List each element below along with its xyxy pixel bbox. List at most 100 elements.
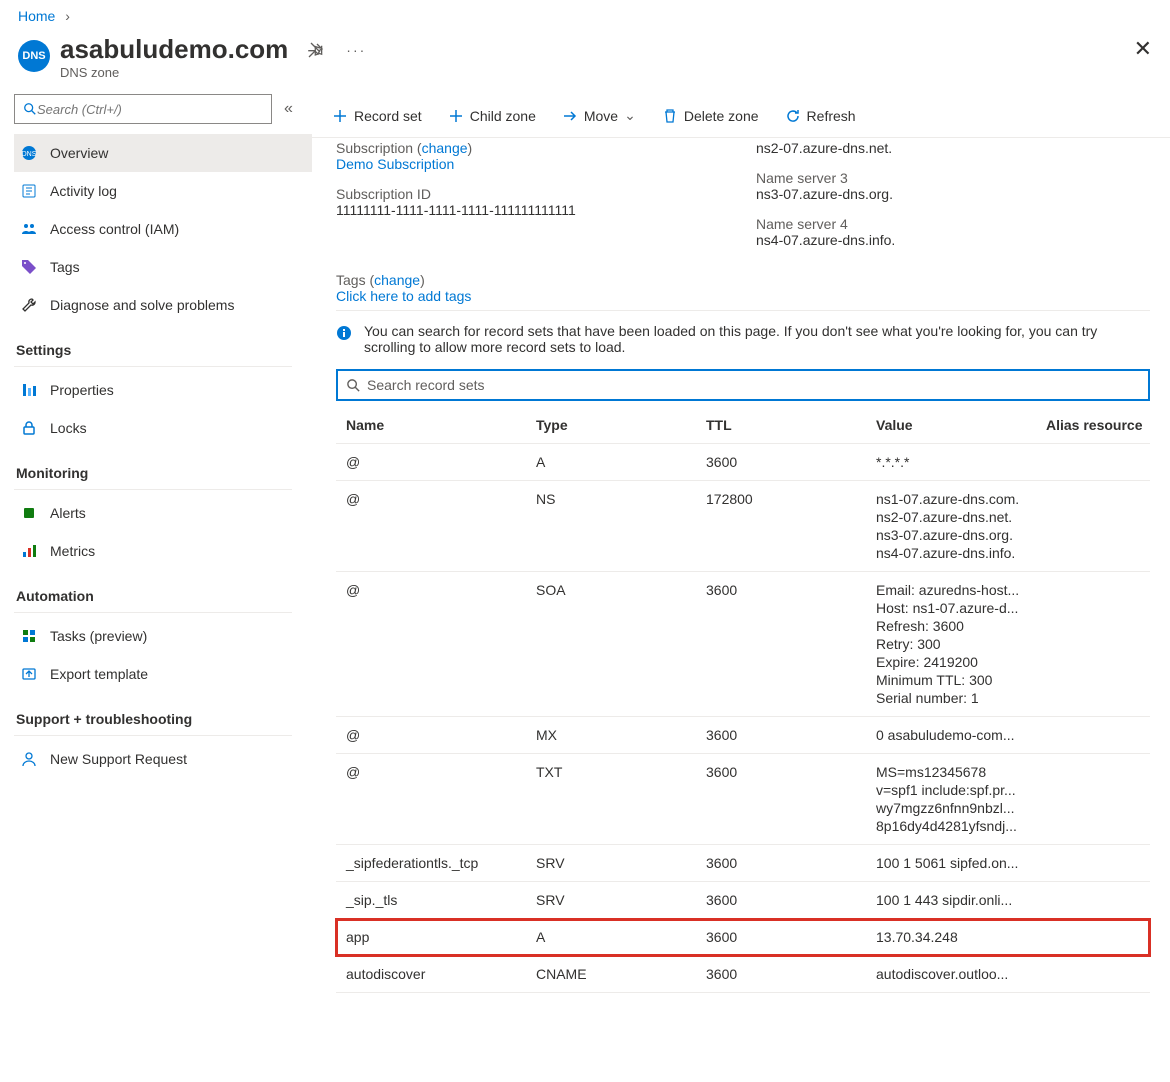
toolbar: Record set Child zone Move ⌄ Delete zone… (312, 94, 1170, 138)
sidebar-item-overview[interactable]: DNS Overview (14, 134, 312, 172)
record-alias (1046, 727, 1150, 743)
plus-icon (332, 108, 348, 124)
tasks-icon (20, 627, 38, 645)
record-value: ns2-07.azure-dns.net. (876, 509, 1041, 525)
delete-zone-button[interactable]: Delete zone (662, 108, 759, 124)
col-alias[interactable]: Alias resource (1046, 417, 1150, 433)
search-icon (346, 378, 361, 393)
record-type: NS (536, 491, 706, 561)
sidebar-item-label: Activity log (50, 183, 117, 199)
record-ttl: 3600 (706, 929, 876, 945)
record-ttl: 3600 (706, 764, 876, 834)
record-value: 0 asabuludemo-com... (876, 727, 1041, 743)
sidebar-item-support-request[interactable]: New Support Request (14, 740, 312, 778)
add-tags-link[interactable]: Click here to add tags (336, 288, 471, 304)
record-name: autodiscover (336, 966, 536, 982)
breadcrumb-home[interactable]: Home (18, 8, 55, 24)
table-row[interactable]: _sipfederationtls._tcpSRV3600100 1 5061 … (336, 845, 1150, 882)
sidebar-item-metrics[interactable]: Metrics (14, 532, 312, 570)
table-row[interactable]: @MX36000 asabuludemo-com... (336, 717, 1150, 754)
access-control-icon (20, 220, 38, 238)
child-zone-button[interactable]: Child zone (448, 108, 536, 124)
refresh-button[interactable]: Refresh (785, 108, 856, 124)
sidebar-item-diagnose[interactable]: Diagnose and solve problems (14, 286, 312, 324)
resource-type-label: DNS zone (60, 65, 288, 80)
record-value: Expire: 2419200 (876, 654, 1041, 670)
sidebar-item-label: Metrics (50, 543, 95, 559)
alerts-icon (20, 504, 38, 522)
subscription-label-cut: Subscription (change) (336, 140, 756, 156)
record-value: wy7mgzz6nfnn9nbzl... (876, 800, 1041, 816)
record-alias (1046, 966, 1150, 982)
record-alias (1046, 929, 1150, 945)
record-type: A (536, 454, 706, 470)
sidebar-item-label: Tags (50, 259, 80, 275)
sidebar-item-export-template[interactable]: Export template (14, 655, 312, 693)
search-icon (23, 102, 37, 116)
records-search[interactable] (336, 369, 1150, 401)
subscription-link[interactable]: Demo Subscription (336, 156, 454, 172)
nameserver2-value: ns2-07.azure-dns.net. (756, 140, 1150, 156)
collapse-sidebar-icon[interactable]: « (284, 100, 293, 118)
record-ttl: 3600 (706, 582, 876, 706)
record-value: ns3-07.azure-dns.org. (876, 527, 1041, 543)
sidebar-item-activity-log[interactable]: Activity log (14, 172, 312, 210)
sidebar-item-label: Access control (IAM) (50, 221, 179, 237)
table-row[interactable]: @TXT3600MS=ms12345678v=spf1 include:spf.… (336, 754, 1150, 845)
sidebar-item-properties[interactable]: Properties (14, 371, 312, 409)
sidebar-item-label: Tasks (preview) (50, 628, 147, 644)
wrench-icon (20, 296, 38, 314)
record-type: SRV (536, 855, 706, 871)
section-support: Support + troubleshooting (14, 693, 292, 736)
records-search-input[interactable] (367, 377, 1140, 393)
record-name: @ (336, 582, 536, 706)
toolbar-label: Child zone (470, 108, 536, 124)
col-type[interactable]: Type (536, 417, 706, 433)
sidebar-search[interactable] (14, 94, 272, 124)
table-row[interactable]: autodiscoverCNAME3600autodiscover.outloo… (336, 956, 1150, 993)
sidebar-item-tasks[interactable]: Tasks (preview) (14, 617, 312, 655)
tags-icon (20, 258, 38, 276)
sidebar-item-label: Diagnose and solve problems (50, 297, 234, 313)
record-type: SOA (536, 582, 706, 706)
table-row[interactable]: @A3600*.*.*.* (336, 444, 1150, 481)
sidebar-item-alerts[interactable]: Alerts (14, 494, 312, 532)
table-row[interactable]: _sip._tlsSRV3600100 1 443 sipdir.onli... (336, 882, 1150, 919)
trash-icon (662, 108, 678, 124)
table-row[interactable]: @NS172800ns1-07.azure-dns.com.ns2-07.azu… (336, 481, 1150, 572)
more-icon[interactable]: ··· (346, 42, 366, 58)
record-set-button[interactable]: Record set (332, 108, 422, 124)
tags-change-link[interactable]: change (374, 272, 420, 288)
records-grid: Name Type TTL Value Alias resource @A360… (336, 407, 1150, 993)
record-type: A (536, 929, 706, 945)
col-value[interactable]: Value (876, 417, 1046, 433)
sidebar-item-label: Export template (50, 666, 148, 682)
page-title: asabuludemo.com (60, 34, 288, 65)
close-icon[interactable]: ✕ (1134, 36, 1152, 62)
table-row[interactable]: appA360013.70.34.248 (336, 919, 1150, 956)
pin-icon[interactable] (308, 42, 324, 58)
table-row[interactable]: @SOA3600Email: azuredns-host...Host: ns1… (336, 572, 1150, 717)
record-ttl: 3600 (706, 966, 876, 982)
dns-zone-icon: DNS (18, 40, 50, 72)
move-button[interactable]: Move ⌄ (562, 107, 636, 124)
sidebar-item-access-control[interactable]: Access control (IAM) (14, 210, 312, 248)
col-name[interactable]: Name (336, 417, 536, 433)
record-ttl: 3600 (706, 727, 876, 743)
subscription-change-link[interactable]: change (422, 140, 468, 156)
record-value: 100 1 5061 sipfed.on... (876, 855, 1041, 871)
sidebar-item-tags[interactable]: Tags (14, 248, 312, 286)
sidebar-search-input[interactable] (37, 102, 263, 117)
nameserver3-value: ns3-07.azure-dns.org. (756, 186, 1150, 202)
record-value: Retry: 300 (876, 636, 1041, 652)
col-ttl[interactable]: TTL (706, 417, 876, 433)
record-name: _sipfederationtls._tcp (336, 855, 536, 871)
sidebar-item-locks[interactable]: Locks (14, 409, 312, 447)
record-alias (1046, 764, 1150, 834)
nameserver4-label: Name server 4 (756, 216, 1150, 232)
record-alias (1046, 892, 1150, 908)
record-value: MS=ms12345678 (876, 764, 1041, 780)
record-value: Minimum TTL: 300 (876, 672, 1041, 688)
refresh-icon (785, 108, 801, 124)
section-monitoring: Monitoring (14, 447, 292, 490)
